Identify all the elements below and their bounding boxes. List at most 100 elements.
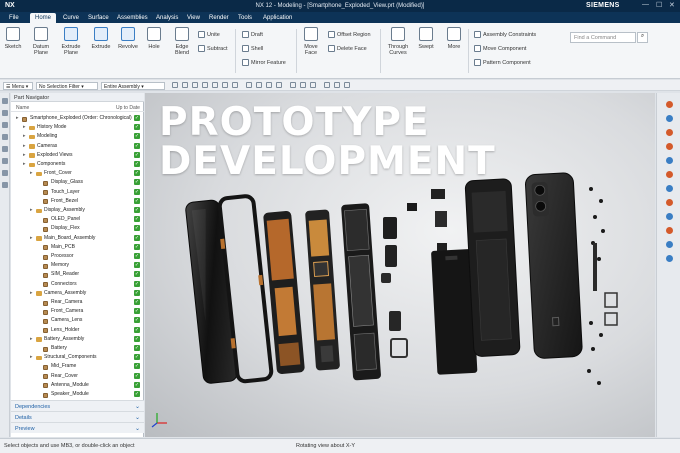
tree-row[interactable]: Lens_Holder ✓	[11, 326, 144, 335]
tab-curve[interactable]: Curve	[58, 13, 84, 23]
tree-row[interactable]: ▸ Smartphone_Exploded (Order: Chronologic…	[11, 114, 144, 123]
expand-icon[interactable]: ▸	[30, 335, 33, 344]
find-command-input[interactable]: Find a Command	[570, 32, 636, 43]
maximize-icon[interactable]: ☐	[656, 1, 662, 9]
minimize-icon[interactable]: —	[642, 1, 649, 8]
tree-row[interactable]: ▸ History Mode ✓	[11, 123, 144, 132]
pattern-component-button[interactable]: Pattern Component	[474, 59, 531, 66]
render-icon[interactable]	[666, 129, 673, 136]
scene-icon[interactable]	[666, 199, 673, 206]
roles-icon[interactable]	[2, 182, 8, 188]
filter-icon[interactable]	[192, 82, 198, 88]
tab-assemblies[interactable]: Assemblies	[112, 13, 153, 23]
tab-analysis[interactable]: Analysis	[151, 13, 183, 23]
center-icon[interactable]	[232, 82, 238, 88]
tree-row[interactable]: ▸ Main_Board_Assembly ✓	[11, 234, 144, 243]
section-preview[interactable]: Preview ⌄	[11, 422, 144, 433]
tab-tools[interactable]: Tools	[233, 13, 257, 23]
analysis-icon[interactable]	[666, 227, 673, 234]
tree-row[interactable]: Display_Flex ✓	[11, 224, 144, 233]
unite-button[interactable]: Unite	[198, 31, 220, 38]
shaded-icon[interactable]	[290, 82, 296, 88]
palette-icon[interactable]	[666, 101, 673, 108]
expand-icon[interactable]: ▸	[23, 132, 26, 141]
datum-plane-button[interactable]: Datum Plane	[28, 27, 54, 56]
layer-icon[interactable]	[324, 82, 330, 88]
tree-row[interactable]: OLED_Panel ✓	[11, 215, 144, 224]
sketch-button[interactable]: Sketch	[3, 27, 23, 50]
tree-row[interactable]: Antenna_Module ✓	[11, 381, 144, 390]
zoom-icon[interactable]	[256, 82, 262, 88]
web-browser-icon[interactable]	[2, 170, 8, 176]
hide-icon[interactable]	[344, 82, 350, 88]
expand-icon[interactable]: ▸	[30, 206, 33, 215]
offset-region-button[interactable]: Offset Region	[328, 31, 371, 38]
tree-row[interactable]: Connectors ✓	[11, 280, 144, 289]
tree-row[interactable]: ▸ Components ✓	[11, 160, 144, 169]
extrude-plane-button[interactable]: Extrude Plane	[58, 27, 84, 56]
history-icon[interactable]	[2, 158, 8, 164]
expand-icon[interactable]: ▸	[23, 160, 26, 169]
tree-row[interactable]: ▸ Battery_Assembly ✓	[11, 335, 144, 344]
tree-row[interactable]: ▸ Structural_Components ✓	[11, 353, 144, 362]
tree-row[interactable]: Display_Glass ✓	[11, 178, 144, 187]
lighting-icon[interactable]	[666, 171, 673, 178]
selection-filter-dropdown[interactable]: No Selection Filter ▾	[36, 81, 98, 90]
hole-button[interactable]: Hole	[143, 27, 165, 50]
endpoint-icon[interactable]	[212, 82, 218, 88]
tree-row[interactable]: Memory ✓	[11, 261, 144, 270]
tab-surface[interactable]: Surface	[83, 13, 114, 23]
expand-icon[interactable]: ▸	[30, 169, 33, 178]
scope-dropdown[interactable]: Entire Assembly ▾	[101, 81, 165, 90]
revolve-button[interactable]: Revolve	[115, 27, 141, 50]
section-details[interactable]: Details ⌄	[11, 411, 144, 422]
tree-row[interactable]: ▸ Cameras ✓	[11, 142, 144, 151]
extrude-button[interactable]: Extrude	[88, 27, 114, 50]
delete-face-button[interactable]: Delete Face	[328, 45, 367, 52]
draft-button[interactable]: Draft	[242, 31, 263, 38]
gear-icon[interactable]	[2, 98, 8, 104]
column-name[interactable]: Name	[16, 105, 29, 111]
reuse-library-icon[interactable]	[2, 146, 8, 152]
measure-icon[interactable]	[666, 213, 673, 220]
section-icon[interactable]	[310, 82, 316, 88]
close-icon[interactable]: ✕	[669, 1, 675, 9]
camera-icon[interactable]	[666, 185, 673, 192]
expand-icon[interactable]: ▸	[23, 151, 26, 160]
tree-row[interactable]: SIM_Reader ✓	[11, 270, 144, 279]
settings-icon[interactable]	[666, 255, 673, 262]
history-icon[interactable]	[666, 241, 673, 248]
tree-row[interactable]: ▸ Camera_Assembly ✓	[11, 289, 144, 298]
tree-row[interactable]: ▸ Display_Assembly ✓	[11, 206, 144, 215]
display-icon[interactable]	[334, 82, 340, 88]
subtract-button[interactable]: Subtract	[198, 45, 227, 52]
part-navigator-icon[interactable]	[2, 122, 8, 128]
through-curves-button[interactable]: Through Curves	[384, 27, 412, 56]
tree-row[interactable]: Touch_Layer ✓	[11, 188, 144, 197]
rotate-icon[interactable]	[266, 82, 272, 88]
tab-file[interactable]: File	[4, 13, 24, 23]
snap-icon[interactable]	[182, 82, 188, 88]
move-component-button[interactable]: Move Component	[474, 45, 526, 52]
expand-icon[interactable]: ▸	[30, 289, 33, 298]
shell-button[interactable]: Shell	[242, 45, 263, 52]
tree-row[interactable]: Battery ✓	[11, 344, 144, 353]
menu-button[interactable]: ☰ Menu ▾	[3, 81, 33, 90]
tab-view[interactable]: View	[182, 13, 205, 23]
expand-icon[interactable]: ▸	[30, 234, 33, 243]
swept-button[interactable]: Swept	[415, 27, 437, 50]
expand-icon[interactable]: ▸	[30, 353, 33, 362]
expand-icon[interactable]: ▸	[23, 123, 26, 132]
column-up-to-date[interactable]: Up to Date	[116, 105, 140, 111]
layers-icon[interactable]	[666, 157, 673, 164]
expand-icon[interactable]: ▸	[16, 114, 19, 123]
mirror-feature-button[interactable]: Mirror Feature	[242, 59, 286, 66]
move-face-button[interactable]: Move Face	[300, 27, 322, 56]
tree-row[interactable]: Processor ✓	[11, 252, 144, 261]
fit-view-icon[interactable]	[246, 82, 252, 88]
tree-row[interactable]: Camera_Lens ✓	[11, 316, 144, 325]
tab-application[interactable]: Application	[258, 13, 297, 23]
tree-row[interactable]: ▸ Modeling ✓	[11, 132, 144, 141]
tree-row[interactable]: Front_Bezel ✓	[11, 197, 144, 206]
select-icon[interactable]	[172, 82, 178, 88]
